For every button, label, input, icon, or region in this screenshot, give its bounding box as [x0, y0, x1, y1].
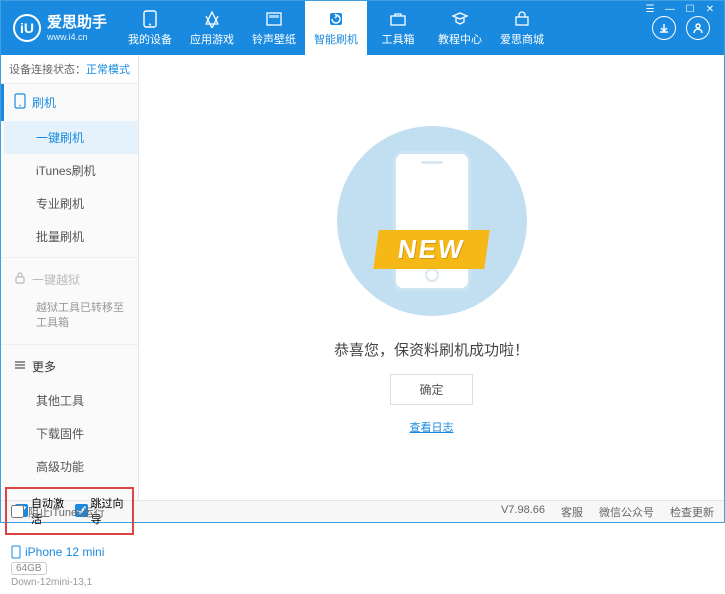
device-storage: 64GB: [11, 562, 47, 575]
section-label: 刷机: [32, 94, 56, 111]
content-area: NEW 恭喜您，保资料刷机成功啦！ 确定 查看日志: [139, 55, 724, 500]
device-model: Down-12mini-13,1: [11, 577, 128, 588]
menu-button[interactable]: ☰: [641, 2, 659, 16]
wallpaper-icon: [264, 10, 284, 28]
footer-link-support[interactable]: 客服: [561, 504, 583, 520]
tab-label: 我的设备: [128, 31, 172, 47]
divider: [1, 257, 138, 258]
sidebar-item-advanced[interactable]: 高级功能: [4, 450, 138, 483]
phone-icon: [14, 93, 26, 112]
toolbox-icon: [388, 10, 408, 28]
checkbox[interactable]: [11, 505, 24, 518]
logo-icon: iU: [13, 14, 41, 42]
section-label: 更多: [32, 358, 56, 375]
nav-tabs: 我的设备 应用游戏 铃声壁纸 智能刷机 工具箱: [119, 1, 638, 55]
section-label: 一键越狱: [32, 271, 80, 288]
tab-label: 智能刷机: [314, 31, 358, 47]
tab-label: 爱思商城: [500, 31, 544, 47]
device-name: iPhone 12 mini: [11, 545, 128, 559]
user-button[interactable]: [686, 16, 710, 40]
success-message: 恭喜您，保资料刷机成功啦！: [334, 339, 529, 360]
tab-my-devices[interactable]: 我的设备: [119, 1, 181, 55]
tutorial-icon: [450, 10, 470, 28]
tab-label: 应用游戏: [190, 31, 234, 47]
tab-toolbox[interactable]: 工具箱: [367, 1, 429, 55]
tab-label: 铃声壁纸: [252, 31, 296, 47]
sidebar-item-firmware[interactable]: 下载固件: [4, 417, 138, 450]
tab-label: 教程中心: [438, 31, 482, 47]
sidebar-item-batch[interactable]: 批量刷机: [4, 220, 138, 253]
device-block[interactable]: iPhone 12 mini 64GB Down-12mini-13,1: [1, 539, 138, 594]
status-label: 设备连接状态：: [9, 64, 86, 76]
footer-link-update[interactable]: 检查更新: [670, 504, 714, 520]
app-url: www.i4.cn: [47, 32, 107, 43]
tab-tutorials[interactable]: 教程中心: [429, 1, 491, 55]
apps-icon: [202, 10, 222, 28]
sidebar-header-flash[interactable]: 刷机: [1, 84, 138, 121]
window-controls: ☰ — ☐ ✕: [641, 2, 719, 16]
version-label: V7.98.66: [501, 504, 545, 520]
sidebar-item-oneclick[interactable]: 一键刷机: [4, 121, 138, 154]
logo-area: iU 爱思助手 www.i4.cn: [1, 1, 119, 55]
lock-icon: [14, 271, 26, 288]
main: 设备连接状态：正常模式 刷机 一键刷机 iTunes刷机 专业刷机 批量刷机 一…: [1, 55, 724, 500]
phone-icon: [11, 545, 21, 559]
divider: [1, 344, 138, 345]
block-itunes-check[interactable]: 阻止iTunes运行: [11, 504, 105, 520]
sidebar-header-more[interactable]: 更多: [4, 349, 138, 384]
sidebar-item-itunes[interactable]: iTunes刷机: [4, 154, 138, 187]
sidebar-item-other[interactable]: 其他工具: [4, 384, 138, 417]
phone-icon: [140, 10, 160, 28]
tab-label: 工具箱: [382, 31, 415, 47]
status-value: 正常模式: [86, 64, 130, 76]
block-label: 阻止iTunes运行: [28, 504, 105, 520]
sidebar-header-jailbreak[interactable]: 一键越狱: [4, 262, 138, 297]
sidebar: 设备连接状态：正常模式 刷机 一键刷机 iTunes刷机 专业刷机 批量刷机 一…: [1, 55, 139, 500]
view-log-link[interactable]: 查看日志: [410, 419, 454, 435]
tab-smart-flash[interactable]: 智能刷机: [305, 1, 367, 55]
minimize-button[interactable]: —: [661, 2, 679, 16]
titlebar: ☰ — ☐ ✕ iU 爱思助手 www.i4.cn 我的设备 应用游戏 铃声: [1, 1, 724, 55]
success-illustration: NEW: [312, 121, 552, 321]
tab-apps-games[interactable]: 应用游戏: [181, 1, 243, 55]
new-banner: NEW: [373, 230, 489, 269]
download-button[interactable]: [652, 16, 676, 40]
jailbreak-note: 越狱工具已转移至工具箱: [4, 297, 138, 340]
phone-graphic: [393, 151, 471, 291]
maximize-button[interactable]: ☐: [681, 2, 699, 16]
tab-ringtones[interactable]: 铃声壁纸: [243, 1, 305, 55]
ok-button[interactable]: 确定: [390, 374, 472, 405]
device-status: 设备连接状态：正常模式: [1, 55, 138, 84]
close-button[interactable]: ✕: [701, 2, 719, 16]
store-icon: [512, 10, 532, 28]
app-title: 爱思助手: [47, 14, 107, 32]
sidebar-item-pro[interactable]: 专业刷机: [4, 187, 138, 220]
flash-icon: [326, 10, 346, 28]
menu-icon: [14, 359, 26, 374]
footer-link-wechat[interactable]: 微信公众号: [599, 504, 654, 520]
tab-store[interactable]: 爱思商城: [491, 1, 553, 55]
